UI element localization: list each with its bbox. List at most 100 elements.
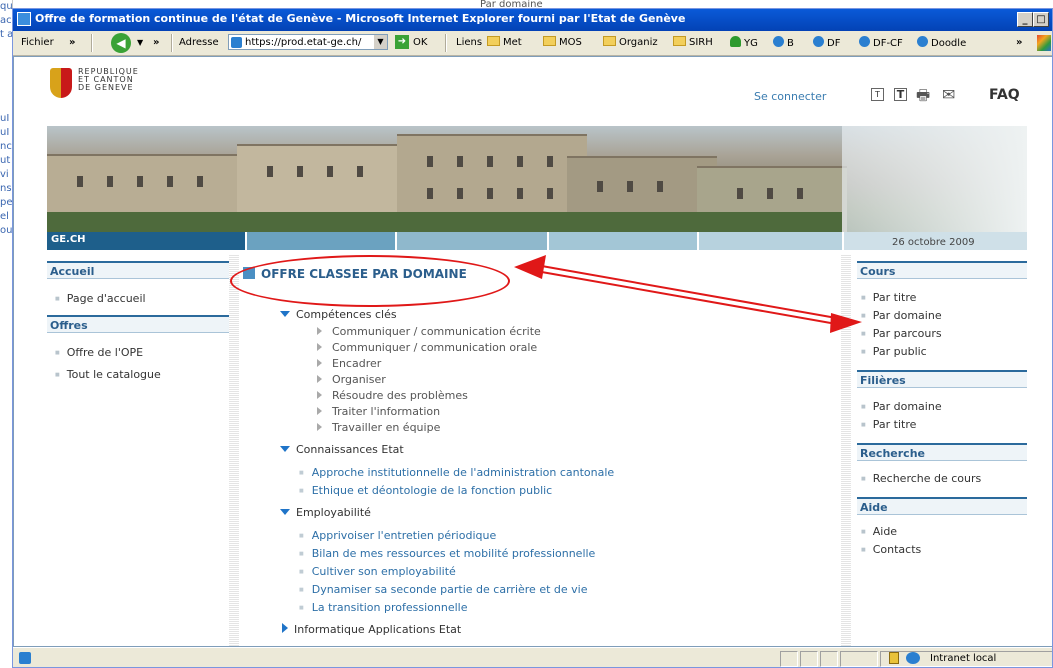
- link-label: YG: [744, 38, 758, 49]
- folder-icon: [603, 36, 616, 46]
- nav-item-aide[interactable]: Aide: [861, 525, 897, 538]
- back-button[interactable]: ◀: [111, 33, 131, 53]
- link-mos[interactable]: MOS: [543, 36, 582, 50]
- collapsed-arrow-icon: [317, 327, 322, 335]
- faq-link[interactable]: FAQ: [989, 87, 1020, 103]
- ie-page-icon: [773, 36, 784, 47]
- restore-button[interactable]: □: [1033, 12, 1049, 27]
- address-dropdown-icon[interactable]: ▼: [374, 35, 387, 49]
- course-link-label: Ethique et déontologie de la fonction pu…: [311, 484, 553, 497]
- category-employabilite[interactable]: Employabilité: [280, 506, 371, 519]
- nav-item-cours-par-public[interactable]: Par public: [861, 345, 927, 358]
- nav-section-aide[interactable]: Aide: [857, 497, 1027, 515]
- link-met[interactable]: Met: [487, 36, 522, 50]
- status-cell: [780, 651, 798, 667]
- link-label: Doodle: [931, 38, 967, 49]
- nav-item-label: Page d'accueil: [66, 292, 146, 305]
- subcategory-label: Encadrer: [332, 357, 382, 370]
- text-large-icon[interactable]: T: [894, 88, 907, 101]
- course-link[interactable]: Apprivoiser l'entretien périodique: [299, 529, 497, 542]
- course-link[interactable]: Approche institutionnelle de l'administr…: [299, 466, 614, 479]
- link-yg[interactable]: YG: [730, 36, 758, 51]
- nav-item-label: Par public: [872, 345, 927, 358]
- subcategory-item[interactable]: Encadrer: [317, 357, 381, 370]
- category-connaissances-etat[interactable]: Connaissances Etat: [280, 443, 404, 456]
- background-text: el: [0, 211, 9, 222]
- windows-logo-icon: [1037, 35, 1051, 51]
- text-small-icon[interactable]: T: [871, 88, 884, 101]
- mail-icon[interactable]: ✉: [942, 85, 955, 104]
- login-link[interactable]: Se connecter: [754, 90, 826, 103]
- nav-item-filieres-par-domaine[interactable]: Par domaine: [861, 400, 942, 413]
- collapsed-arrow-icon: [317, 407, 322, 415]
- chevron-icon[interactable]: »: [153, 36, 159, 50]
- link-label: SIRH: [689, 37, 713, 48]
- print-icon[interactable]: 🖶: [916, 85, 930, 110]
- go-button[interactable]: ➜: [395, 35, 409, 49]
- nav-item-contacts[interactable]: Contacts: [861, 543, 922, 556]
- subcategory-item[interactable]: Communiquer / communication orale: [317, 341, 537, 354]
- link-sirh[interactable]: SIRH: [673, 36, 713, 50]
- window-title: Offre de formation continue de l'état de…: [35, 12, 686, 25]
- chevron-icon[interactable]: »: [69, 36, 75, 50]
- page-icon: [19, 652, 31, 664]
- link-df-cf[interactable]: DF-CF: [859, 36, 903, 51]
- chevron-icon[interactable]: »: [1016, 36, 1022, 50]
- nav-section-accueil[interactable]: Accueil: [47, 261, 229, 279]
- subcategory-item[interactable]: Travailler en équipe: [317, 421, 440, 434]
- nav-section-offres[interactable]: Offres: [47, 315, 229, 333]
- nav-item-filieres-par-titre[interactable]: Par titre: [861, 418, 917, 431]
- course-link[interactable]: La transition professionnelle: [299, 601, 468, 614]
- address-input[interactable]: https://prod.etat-ge.ch/ ▼: [228, 34, 388, 50]
- nav-item-offre-ope[interactable]: Offre de l'OPE: [55, 346, 143, 359]
- course-link[interactable]: Cultiver son employabilité: [299, 565, 456, 578]
- column-divider: [841, 254, 851, 646]
- subcategory-label: Résoudre des problèmes: [332, 389, 468, 402]
- nav-section-filieres[interactable]: Filières: [857, 370, 1027, 388]
- nav-item-tout-catalogue[interactable]: Tout le catalogue: [55, 368, 161, 381]
- address-label: Adresse: [179, 37, 219, 48]
- nav-item-cours-par-domaine[interactable]: Par domaine: [861, 309, 942, 322]
- nav-section-title: Aide: [860, 501, 888, 514]
- nav-item-label: Contacts: [872, 543, 922, 556]
- site-label[interactable]: GE.CH: [51, 234, 86, 245]
- category-informatique[interactable]: Informatique Applications Etat: [282, 623, 461, 636]
- background-text: ns: [0, 183, 12, 194]
- category-competences-cles[interactable]: Compétences clés: [280, 308, 397, 321]
- course-link[interactable]: Ethique et déontologie de la fonction pu…: [299, 484, 553, 497]
- nav-item-recherche-cours[interactable]: Recherche de cours: [861, 472, 982, 485]
- link-organiz[interactable]: Organiz: [603, 36, 658, 50]
- nav-section-cours[interactable]: Cours: [857, 261, 1027, 279]
- nav-item-page-accueil[interactable]: Page d'accueil: [55, 292, 146, 305]
- minimize-button[interactable]: _: [1017, 12, 1033, 27]
- nav-section-title: Cours: [860, 265, 896, 278]
- nav-item-cours-par-parcours[interactable]: Par parcours: [861, 327, 942, 340]
- nav-item-label: Recherche de cours: [872, 472, 982, 485]
- course-link-label: Dynamiser sa seconde partie de carrière …: [311, 583, 588, 596]
- category-label: Compétences clés: [296, 308, 397, 321]
- separator: [445, 34, 447, 52]
- link-doodle[interactable]: Doodle: [917, 36, 966, 51]
- course-link[interactable]: Dynamiser sa seconde partie de carrière …: [299, 583, 588, 596]
- subcategory-item[interactable]: Organiser: [317, 373, 386, 386]
- browser-window: Offre de formation continue de l'état de…: [12, 8, 1053, 668]
- nav-item-cours-par-titre[interactable]: Par titre: [861, 291, 917, 304]
- link-b[interactable]: B: [773, 36, 794, 51]
- collapsed-arrow-icon: [317, 423, 322, 431]
- go-label[interactable]: OK: [413, 36, 427, 50]
- back-dropdown-icon[interactable]: ▼: [137, 36, 143, 50]
- nav-section-title: Offres: [50, 319, 88, 332]
- nav-section-recherche[interactable]: Recherche: [857, 443, 1027, 461]
- link-label: DF-CF: [873, 38, 903, 49]
- nav-section-title: Filières: [860, 374, 906, 387]
- course-link[interactable]: Bilan de mes ressources et mobilité prof…: [299, 547, 596, 560]
- collapsed-arrow-icon: [317, 359, 322, 367]
- collapsed-arrow-icon: [317, 375, 322, 383]
- subcategory-item[interactable]: Communiquer / communication écrite: [317, 325, 541, 338]
- link-df[interactable]: DF: [813, 36, 840, 51]
- logo[interactable]: REPUBLIQUE ET CANTON DE GENEVE: [78, 68, 139, 92]
- nav-section-title: Recherche: [860, 447, 925, 460]
- subcategory-item[interactable]: Résoudre des problèmes: [317, 389, 468, 402]
- subcategory-item[interactable]: Traiter l'information: [317, 405, 440, 418]
- menu-file[interactable]: Fichier: [21, 36, 54, 50]
